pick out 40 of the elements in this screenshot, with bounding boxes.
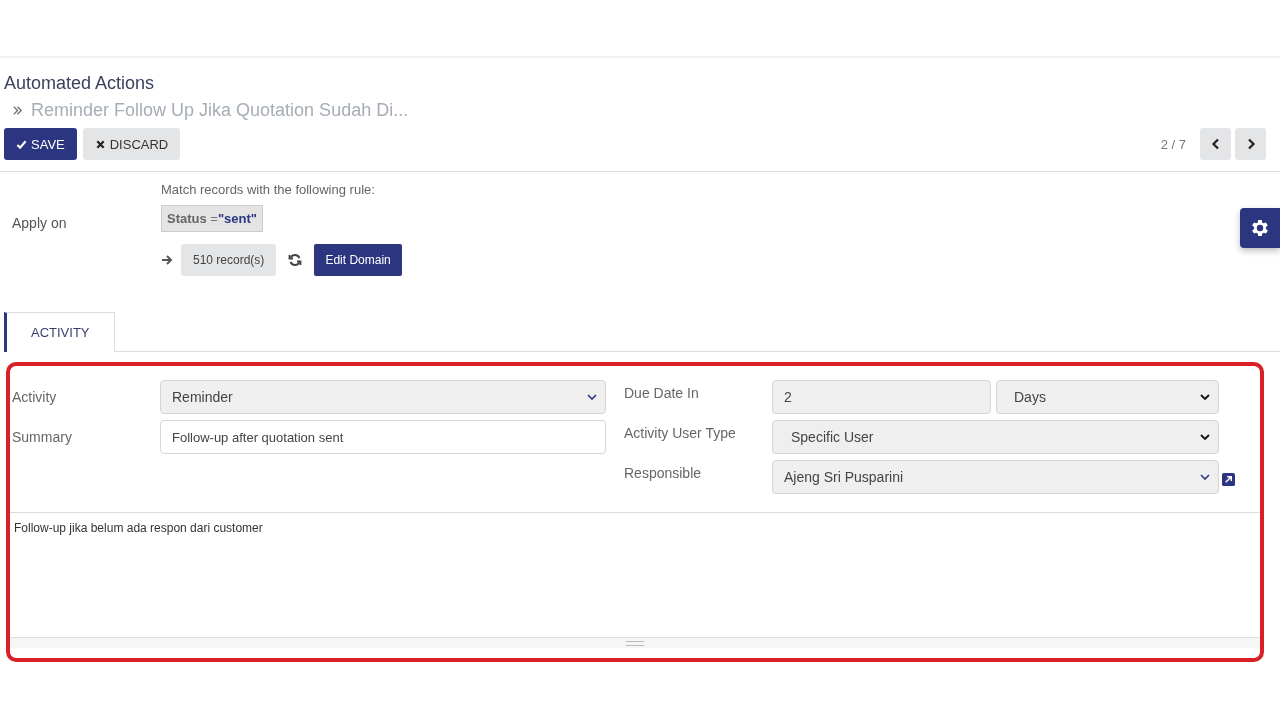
discard-button[interactable]: DISCARD (82, 128, 181, 160)
select-field[interactable]: Specific User (772, 420, 1219, 454)
edit-domain-button[interactable]: Edit Domain (314, 244, 402, 276)
arrow-right-icon (161, 254, 173, 266)
previous-button[interactable] (1200, 128, 1231, 160)
number-field[interactable]: 2 (772, 380, 991, 414)
resize-handle[interactable] (10, 637, 1260, 648)
record-count-button[interactable]: 510 record(s) (181, 244, 277, 276)
note-text[interactable]: Follow-up jika belum ada respon dari customer (10, 513, 1260, 637)
caret-icon (1200, 474, 1210, 480)
chevron-left-icon (1210, 138, 1221, 150)
tab[interactable]: ACTIVITY (4, 312, 115, 352)
caret-icon (1200, 394, 1210, 400)
field-label: Apply on (11, 214, 68, 233)
breadcrumb-link[interactable]: Automated Actions (4, 73, 1280, 94)
external-link-icon[interactable] (1222, 473, 1235, 486)
select-field[interactable]: Ajeng Sri Pusparini (772, 460, 1219, 494)
chevron-right-icon (1245, 138, 1256, 150)
domain-tag: Status ="sent" (161, 205, 263, 232)
field-label: Activity (12, 388, 58, 405)
caret-icon (587, 394, 597, 400)
settings-icon (1249, 217, 1271, 239)
pager-counter: 2 / 7 (1160, 136, 1186, 152)
field-label: Activity User Type (624, 424, 737, 441)
caret-icon (1200, 434, 1210, 440)
save-button[interactable]: SAVE (4, 128, 77, 160)
input-field[interactable]: Follow-up after quotation sent (160, 420, 606, 454)
select-field[interactable]: Reminder (160, 380, 606, 414)
field-label: Due Date In (624, 384, 700, 401)
close-icon (94, 138, 106, 150)
refresh-icon[interactable] (288, 253, 303, 267)
select-field[interactable]: Days (996, 380, 1219, 414)
check-icon (16, 138, 27, 150)
field-label: Summary (12, 428, 73, 445)
double-chevron-icon (12, 105, 23, 116)
rule-hint: Match records with the following rule: (161, 182, 376, 197)
next-button[interactable] (1235, 128, 1266, 160)
record-title: Reminder Follow Up Jika Quotation Sudah Di... (31, 100, 409, 121)
settings-button[interactable] (1240, 208, 1280, 248)
field-label: Responsible (624, 464, 703, 481)
